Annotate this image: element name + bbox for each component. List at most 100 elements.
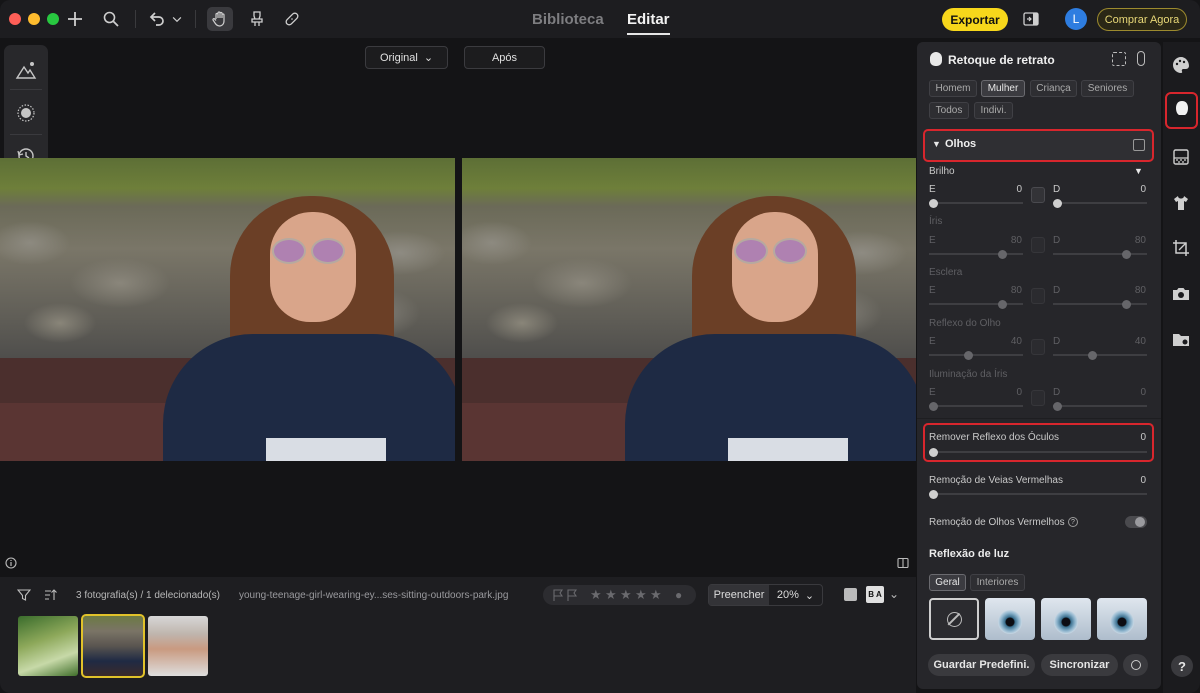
photo-notebook [728, 438, 848, 461]
after-button[interactable]: Após [464, 46, 545, 69]
buy-now-button[interactable]: Comprar Agora [1097, 8, 1187, 31]
eye-reflex-right-slider[interactable] [1053, 354, 1147, 356]
link-sliders-icon[interactable] [1031, 237, 1045, 253]
crop-icon[interactable] [1171, 238, 1193, 260]
sclera-left-slider[interactable] [929, 303, 1023, 305]
slider-knob[interactable] [1122, 299, 1131, 309]
chip-individual[interactable]: Indivi. [974, 102, 1013, 119]
link-sliders-icon[interactable] [1031, 339, 1045, 355]
brightness-left-slider[interactable] [929, 202, 1023, 204]
add-icon[interactable] [64, 9, 86, 29]
effects-burst-icon[interactable] [15, 102, 37, 124]
help-button[interactable]: ? [1171, 655, 1193, 677]
adjust-mountain-icon[interactable] [15, 59, 37, 81]
thumbnail-3[interactable] [148, 616, 208, 676]
gradient-filter-icon[interactable] [1171, 147, 1193, 169]
help-circle-icon[interactable]: ? [1068, 517, 1078, 527]
link-sliders-icon[interactable] [1031, 390, 1045, 406]
photo-after[interactable] [462, 158, 916, 461]
portrait-head-icon[interactable] [1172, 99, 1194, 121]
close-window-button[interactable] [9, 13, 21, 25]
export-button[interactable]: Exportar [942, 8, 1008, 31]
slider-knob[interactable] [998, 249, 1007, 259]
reflection-preset-2[interactable] [1041, 598, 1091, 640]
chip-all[interactable]: Todos [929, 102, 969, 119]
chip-child[interactable]: Criança [1030, 80, 1077, 97]
eye-reflex-left-slider[interactable] [929, 354, 1023, 356]
link-toggle-icon[interactable] [1137, 51, 1145, 66]
fill-button[interactable]: Preencher [709, 585, 769, 605]
original-dropdown[interactable]: Original ⌄ [365, 46, 448, 69]
split-view-icon[interactable] [897, 557, 909, 569]
tab-library[interactable]: Biblioteca [532, 11, 604, 28]
right-letter: D [1053, 285, 1061, 296]
avatar[interactable]: L [1065, 8, 1087, 30]
search-icon[interactable] [100, 9, 122, 29]
face-detect-icon[interactable] [1112, 52, 1126, 66]
link-sliders-icon[interactable] [1031, 288, 1045, 304]
slider-knob[interactable] [929, 489, 938, 499]
red-veins-slider[interactable] [929, 493, 1147, 495]
tab-general[interactable]: Geral [929, 574, 966, 591]
iris-right-slider[interactable] [1053, 253, 1147, 255]
single-view-icon[interactable] [844, 588, 857, 601]
star-icon[interactable]: ★ [620, 587, 632, 603]
chevron-down-icon[interactable]: ⌄ [889, 587, 899, 601]
zoom-window-button[interactable] [47, 13, 59, 25]
slider-knob[interactable] [998, 299, 1007, 309]
shirt-icon[interactable] [1171, 193, 1193, 215]
filter-icon[interactable] [16, 588, 32, 602]
red-eyes-toggle[interactable] [1125, 516, 1147, 528]
slider-knob[interactable] [1088, 350, 1097, 360]
reflection-none[interactable] [929, 598, 979, 640]
star-icon[interactable]: ★ [590, 587, 602, 603]
brightness-right-slider[interactable] [1053, 202, 1147, 204]
chip-man[interactable]: Homem [929, 80, 977, 97]
caret-down-icon[interactable]: ▼ [1134, 166, 1143, 176]
chevron-down-icon[interactable] [170, 9, 184, 29]
info-icon[interactable] [5, 557, 17, 569]
thumbnail-1[interactable] [18, 616, 78, 676]
chip-seniors[interactable]: Seniores [1081, 80, 1134, 97]
zoom-dropdown[interactable]: 20% ⌄ [769, 585, 822, 605]
reject-flag-icon[interactable] [565, 588, 579, 602]
bandage-tool-icon[interactable] [281, 9, 303, 29]
palette-icon[interactable] [1171, 55, 1193, 77]
before-after-view-icon[interactable]: B A [866, 586, 884, 603]
iris-left-slider[interactable] [929, 253, 1023, 255]
sidebar-toggle-icon[interactable] [1020, 9, 1042, 29]
camera-icon[interactable] [1171, 284, 1193, 306]
star-icon[interactable]: ★ [650, 587, 662, 603]
link-sliders-icon[interactable] [1031, 187, 1045, 203]
tab-interior[interactable]: Interiores [970, 574, 1025, 591]
slider-knob[interactable] [1053, 401, 1062, 411]
minimize-window-button[interactable] [28, 13, 40, 25]
save-preset-button[interactable]: Guardar Predefini. [928, 654, 1035, 676]
reflection-preset-3[interactable] [1097, 598, 1147, 640]
reflection-preset-1[interactable] [985, 598, 1035, 640]
slider-knob[interactable] [1053, 198, 1062, 208]
slider-knob[interactable] [929, 401, 938, 411]
stamp-tool-icon[interactable] [246, 9, 268, 29]
slider-knob[interactable] [964, 350, 973, 360]
star-icon[interactable]: ★ [605, 587, 617, 603]
sync-settings-icon[interactable] [1123, 654, 1148, 676]
slider-knob[interactable] [1122, 249, 1131, 259]
folder-settings-icon[interactable] [1171, 330, 1193, 352]
chip-woman[interactable]: Mulher [981, 80, 1025, 97]
sclera-right-slider[interactable] [1053, 303, 1147, 305]
photo-face [270, 212, 356, 322]
photo-original[interactable] [0, 158, 455, 461]
tab-edit[interactable]: Editar [627, 11, 670, 35]
undo-icon[interactable] [146, 9, 168, 29]
color-label-icon[interactable]: ● [675, 588, 682, 602]
sync-button[interactable]: Sincronizar [1041, 654, 1118, 676]
sort-icon[interactable] [44, 588, 58, 602]
thumbnail-2-selected[interactable] [81, 614, 145, 678]
hand-tool-icon[interactable] [207, 7, 233, 31]
flag-icon[interactable] [551, 588, 565, 602]
star-icon[interactable]: ★ [635, 587, 647, 603]
iris-light-right-slider[interactable] [1053, 405, 1147, 407]
slider-knob[interactable] [929, 198, 938, 208]
iris-light-left-slider[interactable] [929, 405, 1023, 407]
